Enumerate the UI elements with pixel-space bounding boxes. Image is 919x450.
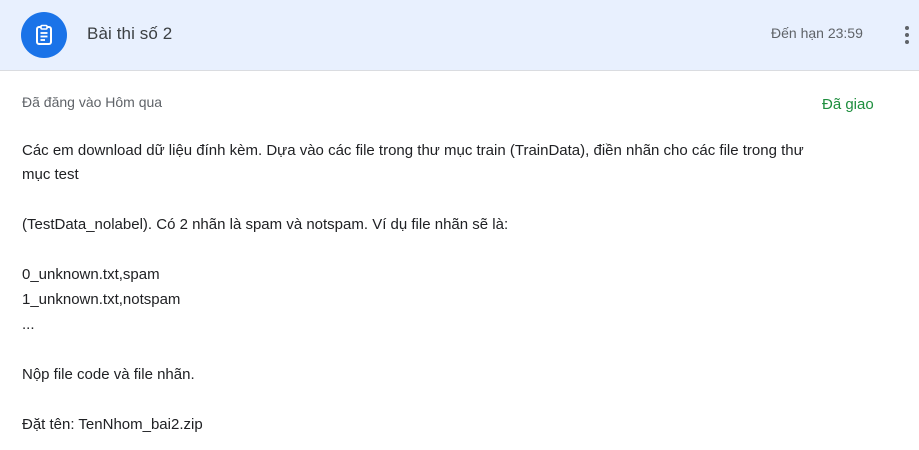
more-vertical-icon-dot xyxy=(905,40,909,44)
assignment-title[interactable]: Bài thi số 2 xyxy=(87,24,172,44)
posted-date: Đã đăng vào Hôm qua xyxy=(22,94,163,110)
example-ellipsis: ... xyxy=(22,316,35,333)
status-badge: Đã giao xyxy=(822,96,874,113)
instruction-line-2: mục test xyxy=(22,166,79,183)
more-vertical-icon xyxy=(905,26,909,30)
instruction-line-3: (TestData_nolabel). Có 2 nhãn là spam và… xyxy=(22,216,509,233)
due-time: Đến hạn 23:59 xyxy=(771,25,863,41)
assignment-header: Bài thi số 2 Đến hạn 23:59 xyxy=(0,0,919,71)
example-line-1: 0_unknown.txt,spam xyxy=(22,266,160,283)
example-line-2: 1_unknown.txt,notspam xyxy=(22,291,181,308)
assignment-clipboard-icon xyxy=(21,12,67,58)
file-naming-instruction: Đặt tên: TenNhom_bai2.zip xyxy=(22,416,203,433)
submission-instruction: Nộp file code và file nhãn. xyxy=(22,366,195,383)
more-options-button[interactable] xyxy=(896,20,918,50)
instruction-line-1: Các em download dữ liệu đính kèm. Dựa và… xyxy=(22,142,804,159)
more-vertical-icon-dot xyxy=(905,33,909,37)
